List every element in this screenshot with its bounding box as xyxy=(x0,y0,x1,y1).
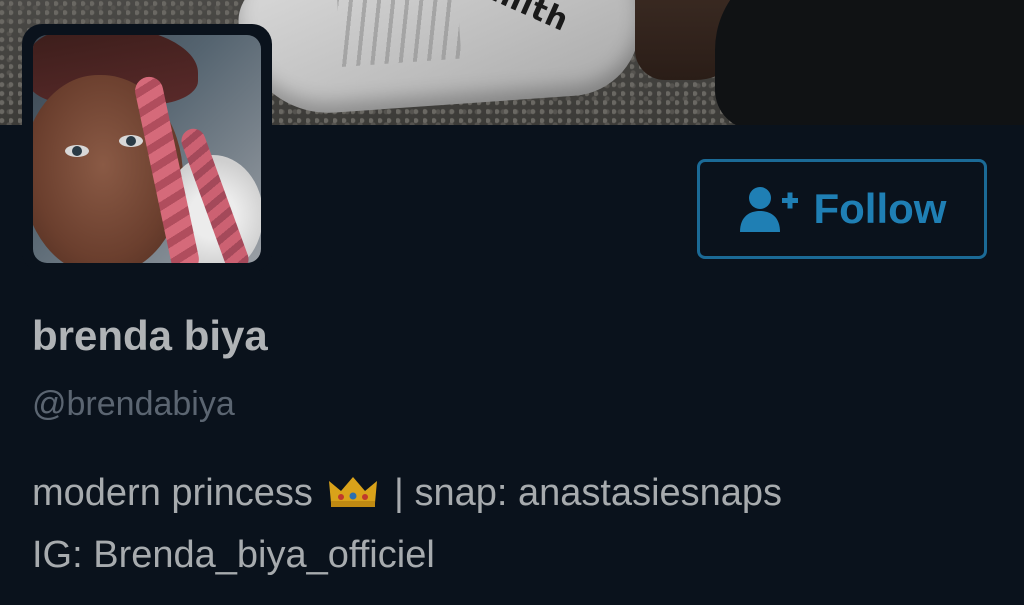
bio-text-start: modern princess xyxy=(32,472,313,514)
bio-text-end: | snap: anastasiesnaps xyxy=(394,472,783,514)
sneaker-logo-text: Smith xyxy=(465,0,575,39)
bio-line-2: IG: Brenda_biya_officiel xyxy=(32,534,435,576)
bio-line-1: modern princess | snap: anastasiesnaps xyxy=(32,462,992,524)
display-name: brenda biya xyxy=(32,312,268,359)
follow-button[interactable]: Follow xyxy=(697,159,987,259)
follow-button-label: Follow xyxy=(813,185,947,232)
crown-icon xyxy=(329,477,378,507)
user-handle[interactable]: @brendabiya xyxy=(32,385,235,424)
add-user-icon xyxy=(739,187,798,232)
avatar[interactable] xyxy=(33,35,261,263)
banner-sneaker: Smith xyxy=(235,0,645,119)
profile-bio: modern princess | snap: anastasiesnaps I… xyxy=(32,462,992,586)
